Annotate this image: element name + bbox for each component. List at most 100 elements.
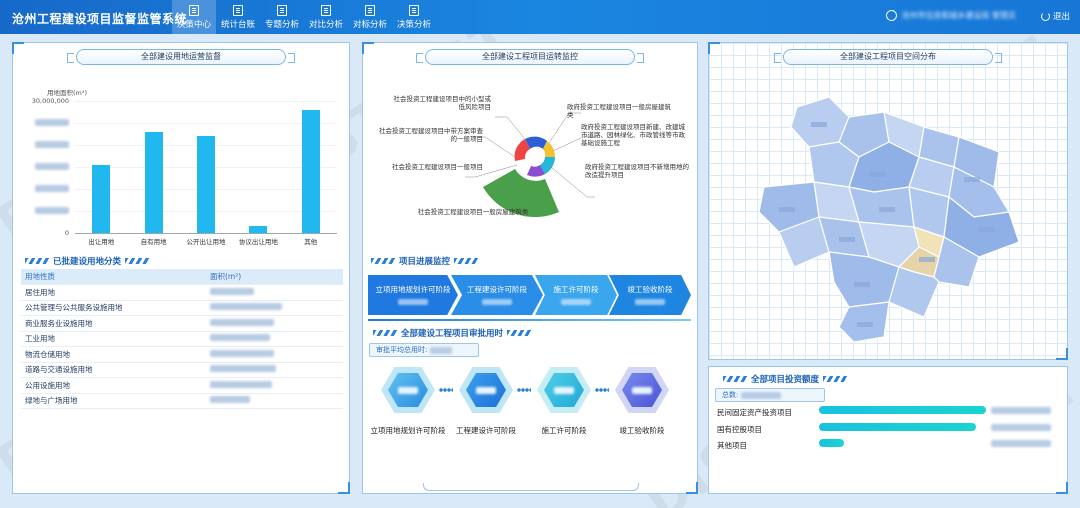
land-type-cell: 工业用地	[21, 331, 206, 347]
top-bar: 沧州工程建设项目监督监管系统 决策中心 统计台账 专题分析 对比分析 对标分析 …	[0, 0, 1080, 34]
app-title: 沧州工程建设项目监督监管系统	[12, 12, 188, 26]
donut-label: 政府投资工程建设项目新建、改建城市道路、园林绿化、市政管线等市政基础设施工程	[581, 123, 685, 147]
y-tick-label	[25, 163, 69, 172]
document-icon	[409, 4, 419, 16]
table-row[interactable]: 商业服务业设施用地	[21, 315, 343, 332]
investment-value	[991, 407, 1051, 414]
logout-button[interactable]: 退出	[1040, 10, 1070, 22]
nav-label: 决策中心	[176, 19, 211, 30]
logout-label: 退出	[1052, 12, 1070, 22]
chevron-decor-icon	[507, 330, 532, 336]
land-type-cell: 道路与交通设施用地	[21, 362, 206, 378]
stage-land-planning[interactable]: 立项用地规划许可阶段	[368, 275, 458, 315]
nav-tab-decision-center[interactable]: 决策中心	[172, 0, 216, 34]
investment-bar	[819, 406, 986, 414]
area-cell	[206, 377, 343, 394]
bottom-frame-decor	[423, 483, 639, 491]
bar-4[interactable]	[301, 109, 320, 233]
table-row[interactable]: 工业用地	[21, 331, 343, 347]
nav-tab-statistics[interactable]: 统计台账	[216, 0, 260, 34]
chevron-decor-icon	[373, 330, 397, 336]
table-row[interactable]: 公用设施用地	[21, 377, 343, 394]
nav-tab-topic-analysis[interactable]: 专题分析	[260, 0, 304, 34]
nav-label: 统计台账	[220, 19, 255, 30]
user-icon	[886, 10, 898, 21]
document-icon	[365, 4, 375, 16]
bar-0[interactable]	[92, 164, 111, 233]
land-panel: 全部建设用地运营监督 用地面积(m²) 30,000,000 0 出让用地 自有用地公…	[12, 42, 350, 494]
stage-build-permit[interactable]: 施工许可阶段	[535, 275, 617, 315]
column-header-land-type: 用地性质	[21, 269, 206, 285]
document-icon	[233, 4, 243, 16]
hex-connector	[595, 387, 609, 393]
document-icon	[321, 4, 331, 16]
hex-stage-label: 竣工验收阶段	[619, 426, 665, 435]
stage-label: 施工许可阶段	[553, 285, 599, 294]
land-type-cell: 公共管理与公共服务设施用地	[21, 300, 206, 316]
table-row[interactable]: 居住用地	[21, 284, 343, 301]
project-panel-title: 全部建设工程项目运转监控	[416, 49, 644, 65]
area-cell	[206, 393, 343, 409]
donut-label: 社会投资工程建设项目中的小型或低风险项目	[393, 95, 492, 111]
nav-tab-decision-analysis[interactable]: 决策分析	[392, 0, 436, 34]
chevron-decor-icon	[723, 376, 747, 382]
x-tick-label: 协议出让用地	[238, 238, 278, 246]
map-panel-title: 全部建设工程项目空间分布	[774, 49, 1002, 65]
map-panel: 全部建设工程项目空间分布	[708, 42, 1068, 360]
investment-value	[991, 424, 1051, 431]
map-regions	[758, 96, 1020, 343]
donut-label: 社会投资工程建设项目中带方案审查的一般项目	[379, 127, 483, 143]
stage-label: 竣工验收阶段	[627, 285, 673, 294]
nav-label: 决策分析	[396, 19, 431, 30]
area-cell	[206, 331, 343, 347]
bar-1[interactable]	[144, 131, 163, 233]
nav-tab-comparison[interactable]: 对比分析	[304, 0, 348, 34]
nav-label: 对标分析	[352, 19, 387, 30]
land-type-cell: 公用设施用地	[21, 377, 206, 394]
investment-row-label: 民间固定资产投资项目	[717, 408, 792, 417]
power-icon	[1040, 11, 1050, 21]
chevron-decor-icon	[454, 258, 479, 264]
y-tick-label	[25, 207, 69, 216]
chevron-decor-icon	[25, 258, 49, 264]
investment-heading: 全部项目投资额度	[723, 373, 848, 385]
table-row[interactable]: 公共管理与公共服务设施用地	[21, 300, 343, 316]
stage-completion[interactable]: 竣工验收阶段	[609, 275, 691, 315]
area-cell	[206, 315, 343, 332]
stage-label: 立项用地规划许可阶段	[375, 285, 451, 294]
hex-connector	[439, 387, 453, 393]
cangzhou-region-map[interactable]	[709, 67, 1069, 359]
nav-tab-benchmark[interactable]: 对标分析	[348, 0, 392, 34]
stage-underline	[368, 319, 691, 321]
y-tick-label	[25, 185, 69, 194]
investment-bar	[819, 439, 844, 447]
investment-total-label: 总数:	[722, 391, 739, 399]
investment-panel: 全部项目投资额度 总数: 民间固定资产投资项目 国有控股项目 其他项目	[708, 366, 1068, 494]
investment-bar	[819, 423, 976, 431]
x-tick-label: 公开出让用地	[186, 238, 226, 246]
table-header-row: 用地性质 面积(m²)	[21, 269, 343, 285]
nav-label: 专题分析	[264, 19, 299, 30]
chevron-decor-icon	[823, 376, 848, 382]
progress-title: 项目进展监控	[399, 257, 451, 267]
document-icon	[277, 4, 287, 16]
land-category-table: 用地性质 面积(m²) 居住用地 公共管理与公共服务设施用地 商业服务业设施用地…	[21, 269, 343, 409]
avg-time-label: 审批平均总用时:	[376, 346, 428, 354]
user-info[interactable]: 沧州市住房和城乡建设局 管理员	[886, 10, 1016, 21]
bar-3[interactable]	[249, 226, 268, 233]
area-cell	[206, 362, 343, 378]
column-header-area: 面积(m²)	[206, 269, 343, 285]
table-row[interactable]: 道路与交通设施用地	[21, 362, 343, 378]
investment-row-label: 国有控股项目	[717, 425, 762, 434]
y-tick-label: 0	[64, 229, 69, 237]
bar-2[interactable]	[197, 136, 215, 233]
land-type-cell: 物流仓储用地	[21, 346, 206, 363]
project-panel: 全部建设工程项目运转监控 社会投资工程建设项目中的小型或低风险项目 社会投资工程…	[362, 42, 698, 494]
investment-value	[991, 440, 1051, 447]
chevron-decor-icon	[125, 258, 150, 264]
hex-connector	[517, 387, 531, 393]
stage-construction-permit[interactable]: 工程建设许可阶段	[451, 275, 543, 315]
table-row[interactable]: 物流仓储用地	[21, 346, 343, 363]
table-row[interactable]: 绿地与广场用地	[21, 393, 343, 409]
grid-line	[75, 123, 337, 124]
